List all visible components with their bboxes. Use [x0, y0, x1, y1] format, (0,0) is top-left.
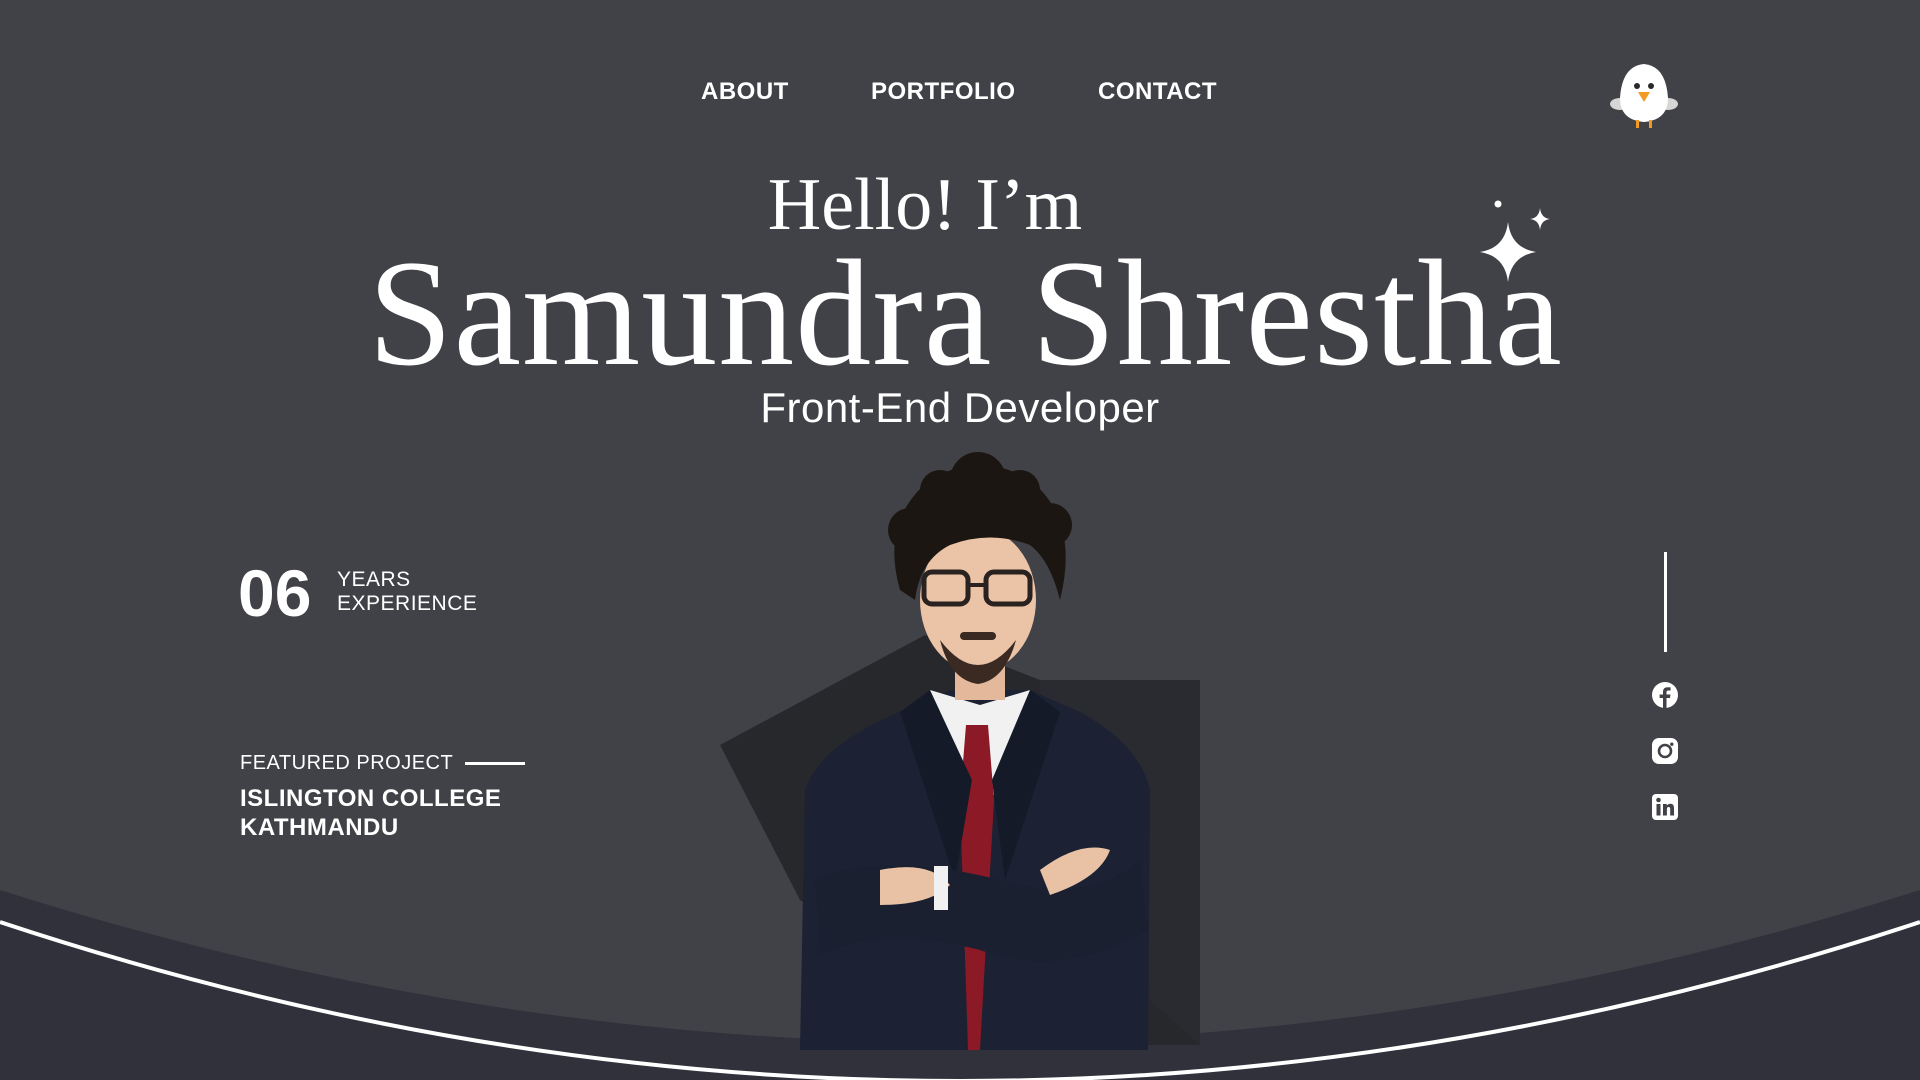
nav-about-link[interactable]: ABOUT — [701, 78, 789, 106]
featured-title-line2: KATHMANDU — [240, 814, 399, 841]
facebook-icon[interactable] — [1651, 681, 1679, 709]
bird-mascot-icon[interactable] — [1608, 58, 1680, 130]
featured-project-title[interactable]: ISLINGTON COLLEGE KATHMANDU — [240, 784, 501, 842]
nav-contact-link[interactable]: CONTACT — [1098, 78, 1217, 106]
featured-title-line1: ISLINGTON COLLEGE — [240, 785, 502, 812]
instagram-icon[interactable] — [1651, 737, 1679, 765]
hero-name: Samundra Shrestha — [368, 229, 1563, 397]
experience-label-line2: EXPERIENCE — [337, 592, 478, 615]
featured-project-label: FEATURED PROJECT — [240, 752, 454, 774]
featured-divider — [465, 762, 525, 765]
hero-page: ABOUT PORTFOLIO CONTACT Hello! I’m Samun… — [0, 0, 1920, 1080]
sparkle-icon — [1480, 200, 1550, 282]
hero-role: Front-End Developer — [760, 384, 1160, 431]
nav-portfolio-link[interactable]: PORTFOLIO — [871, 78, 1016, 106]
experience-years-number: 06 — [238, 556, 312, 630]
experience-label-line1: YEARS — [337, 568, 411, 591]
experience-label: YEARS EXPERIENCE — [337, 568, 477, 616]
linkedin-icon[interactable] — [1651, 793, 1679, 821]
social-divider — [1664, 552, 1667, 652]
